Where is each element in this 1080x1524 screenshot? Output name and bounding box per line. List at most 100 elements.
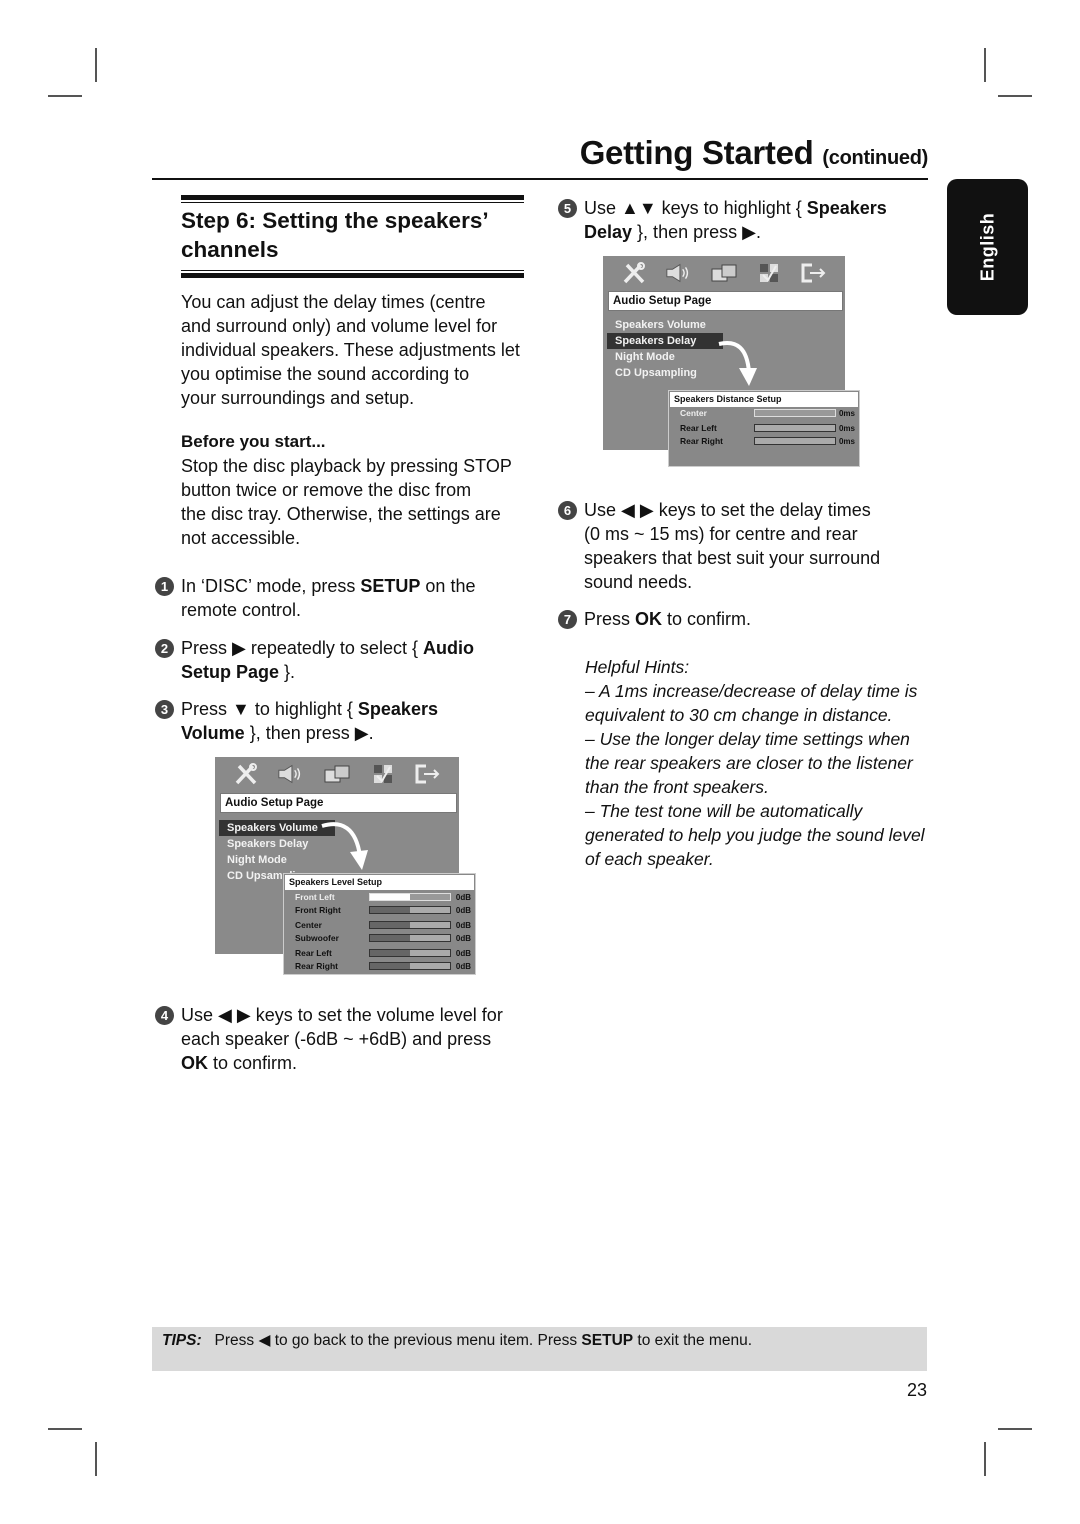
- speaker-label: Rear Right: [295, 961, 338, 971]
- step-number-badge: 1: [155, 577, 174, 596]
- text-run: }.: [279, 662, 296, 682]
- speaker-label: Rear Left: [680, 423, 717, 433]
- text-line: button twice or remove the disc from: [181, 480, 472, 500]
- text-line: Setup Page }.: [181, 660, 531, 684]
- osd-menu-item[interactable]: CD Upsampling: [607, 365, 807, 381]
- osd-menu-item[interactable]: Speakers Volume: [219, 820, 335, 836]
- speaker-setting-row[interactable]: Center 0ms: [669, 407, 859, 420]
- hint-line: – A 1ms increase/decrease of delay time …: [585, 681, 918, 701]
- tools-icon: [620, 261, 648, 285]
- text-line: In ‘DISC’ mode, press SETUP on the: [181, 574, 531, 598]
- level-value: 0dB: [455, 962, 471, 971]
- speaker-setting-row[interactable]: Front Right 0dB: [284, 904, 475, 917]
- level-value: 0dB: [455, 893, 471, 902]
- exit-icon: [414, 762, 442, 786]
- speaker-setting-row[interactable]: Rear Left 0ms: [669, 422, 859, 435]
- osd-menu-item[interactable]: Speakers Volume: [607, 317, 807, 333]
- level-slider[interactable]: [369, 949, 451, 957]
- before-you-start-paragraph: Stop the disc playback by pressing STOP …: [181, 454, 531, 550]
- osd-menu-item[interactable]: Speakers Delay: [219, 836, 419, 852]
- text-line: Use ▲▼ keys to highlight { Speakers: [584, 196, 934, 220]
- text-line: Press ▶ repeatedly to select { Audio: [181, 636, 531, 660]
- heading-rule-top: [181, 195, 524, 200]
- text-line: sound needs.: [584, 570, 934, 594]
- step-text: Use ◀ ▶ keys to set the delay times (0 ms…: [584, 498, 934, 594]
- hint-line: of each speaker.: [585, 849, 714, 869]
- bold-term: SETUP: [360, 576, 421, 596]
- text-line: remote control.: [181, 598, 531, 622]
- hint-line: – Use the longer delay time settings whe…: [585, 729, 910, 749]
- text-line: OK to confirm.: [181, 1051, 531, 1075]
- crop-mark: [95, 1442, 97, 1476]
- speaker-label: Center: [680, 408, 707, 418]
- level-slider[interactable]: [754, 424, 836, 432]
- crop-mark: [998, 95, 1032, 97]
- title-divider: [152, 178, 928, 180]
- speakers-level-setup-panel: Speakers Level Setup Front Left 0dB Front …: [283, 873, 476, 975]
- text-line: Stop the disc playback by pressing STOP: [181, 456, 512, 476]
- level-value: 0ms: [838, 437, 855, 446]
- level-slider[interactable]: [754, 409, 836, 417]
- level-fill: [370, 950, 410, 956]
- level-value: 0dB: [455, 949, 471, 958]
- step-text: Use ◀ ▶ keys to set the volume level for…: [181, 1003, 531, 1075]
- tips-text: TIPS: Press ◀ to go back to the previous…: [162, 1331, 752, 1350]
- section-heading: Step 6: Setting the speakers’ channels: [181, 206, 526, 264]
- bold-term: OK: [635, 609, 663, 629]
- speaker-setting-row[interactable]: Center 0dB: [284, 919, 475, 932]
- tips-text-after: to exit the menu.: [633, 1332, 753, 1349]
- hint-line: – The test tone will be automatically: [585, 801, 863, 821]
- text-run: (0 ms ~ 15 ms) for centre and rear: [584, 524, 858, 544]
- hint-line: the rear speakers are closer to the list…: [585, 753, 913, 773]
- level-slider[interactable]: [369, 962, 451, 970]
- text-line: speakers that best suit your surround: [584, 546, 934, 570]
- speaker-setting-row[interactable]: Subwoofer 0dB: [284, 932, 475, 945]
- speaker-label: Front Left: [295, 892, 335, 902]
- speaker-label: Front Right: [295, 905, 341, 915]
- heading-rule-bottom: [181, 273, 524, 278]
- speaker-setting-row[interactable]: Rear Left 0dB: [284, 947, 475, 960]
- text-line: not accessible.: [181, 528, 301, 548]
- step-text: Press ▼ to highlight { Speakers Volume },…: [181, 697, 531, 745]
- text-run: to confirm.: [662, 609, 752, 629]
- submenu-title: Speakers Distance Setup: [670, 392, 858, 407]
- page-number: 23: [906, 1380, 927, 1400]
- level-fill: [370, 922, 410, 928]
- speaker-setting-row[interactable]: Front Left 0dB: [284, 891, 475, 904]
- bold-term: Speakers: [806, 198, 887, 218]
- level-slider[interactable]: [369, 906, 451, 914]
- page-title-main: Getting Started: [579, 134, 814, 171]
- before-you-start-heading: Before you start...: [181, 432, 326, 451]
- crop-mark: [95, 48, 97, 82]
- step-number-badge: 4: [155, 1006, 174, 1025]
- osd-icon-bar: [215, 757, 459, 791]
- level-slider[interactable]: [369, 893, 451, 901]
- hint-line: than the front speakers.: [585, 777, 769, 797]
- arrow-pointer-icon: [321, 822, 368, 870]
- speaker-setting-row[interactable]: Rear Right 0ms: [669, 435, 859, 448]
- hints-title: Helpful Hints:: [585, 657, 690, 677]
- text-line: you optimise the sound according to: [181, 364, 470, 384]
- osd-menu-item[interactable]: Night Mode: [607, 349, 807, 365]
- hint-line: generated to help you judge the sound le…: [585, 825, 925, 845]
- speaker-setting-row[interactable]: Rear Right 0dB: [284, 960, 475, 973]
- level-slider[interactable]: [754, 437, 836, 445]
- text-line: Use ◀ ▶ keys to set the delay times: [584, 498, 934, 522]
- level-slider[interactable]: [369, 921, 451, 929]
- level-value: 0ms: [838, 409, 855, 418]
- osd-menu-item[interactable]: Speakers Delay: [607, 333, 723, 349]
- text-line: Press OK to confirm.: [584, 607, 934, 631]
- level-fill: [370, 907, 410, 913]
- crop-mark: [984, 48, 986, 82]
- bold-term: Speakers: [357, 699, 438, 719]
- speaker-label: Rear Left: [295, 948, 332, 958]
- tips-bold: SETUP: [581, 1332, 634, 1349]
- level-value: 0ms: [838, 424, 855, 433]
- crop-mark: [998, 1428, 1032, 1430]
- level-slider[interactable]: [369, 934, 451, 942]
- step-number-badge: 5: [558, 199, 577, 218]
- osd-menu-item[interactable]: Night Mode: [219, 852, 419, 868]
- step-text: In ‘DISC’ mode, press SETUP on the remote…: [181, 574, 531, 622]
- crop-mark: [984, 1442, 986, 1476]
- exit-icon: [800, 261, 828, 285]
